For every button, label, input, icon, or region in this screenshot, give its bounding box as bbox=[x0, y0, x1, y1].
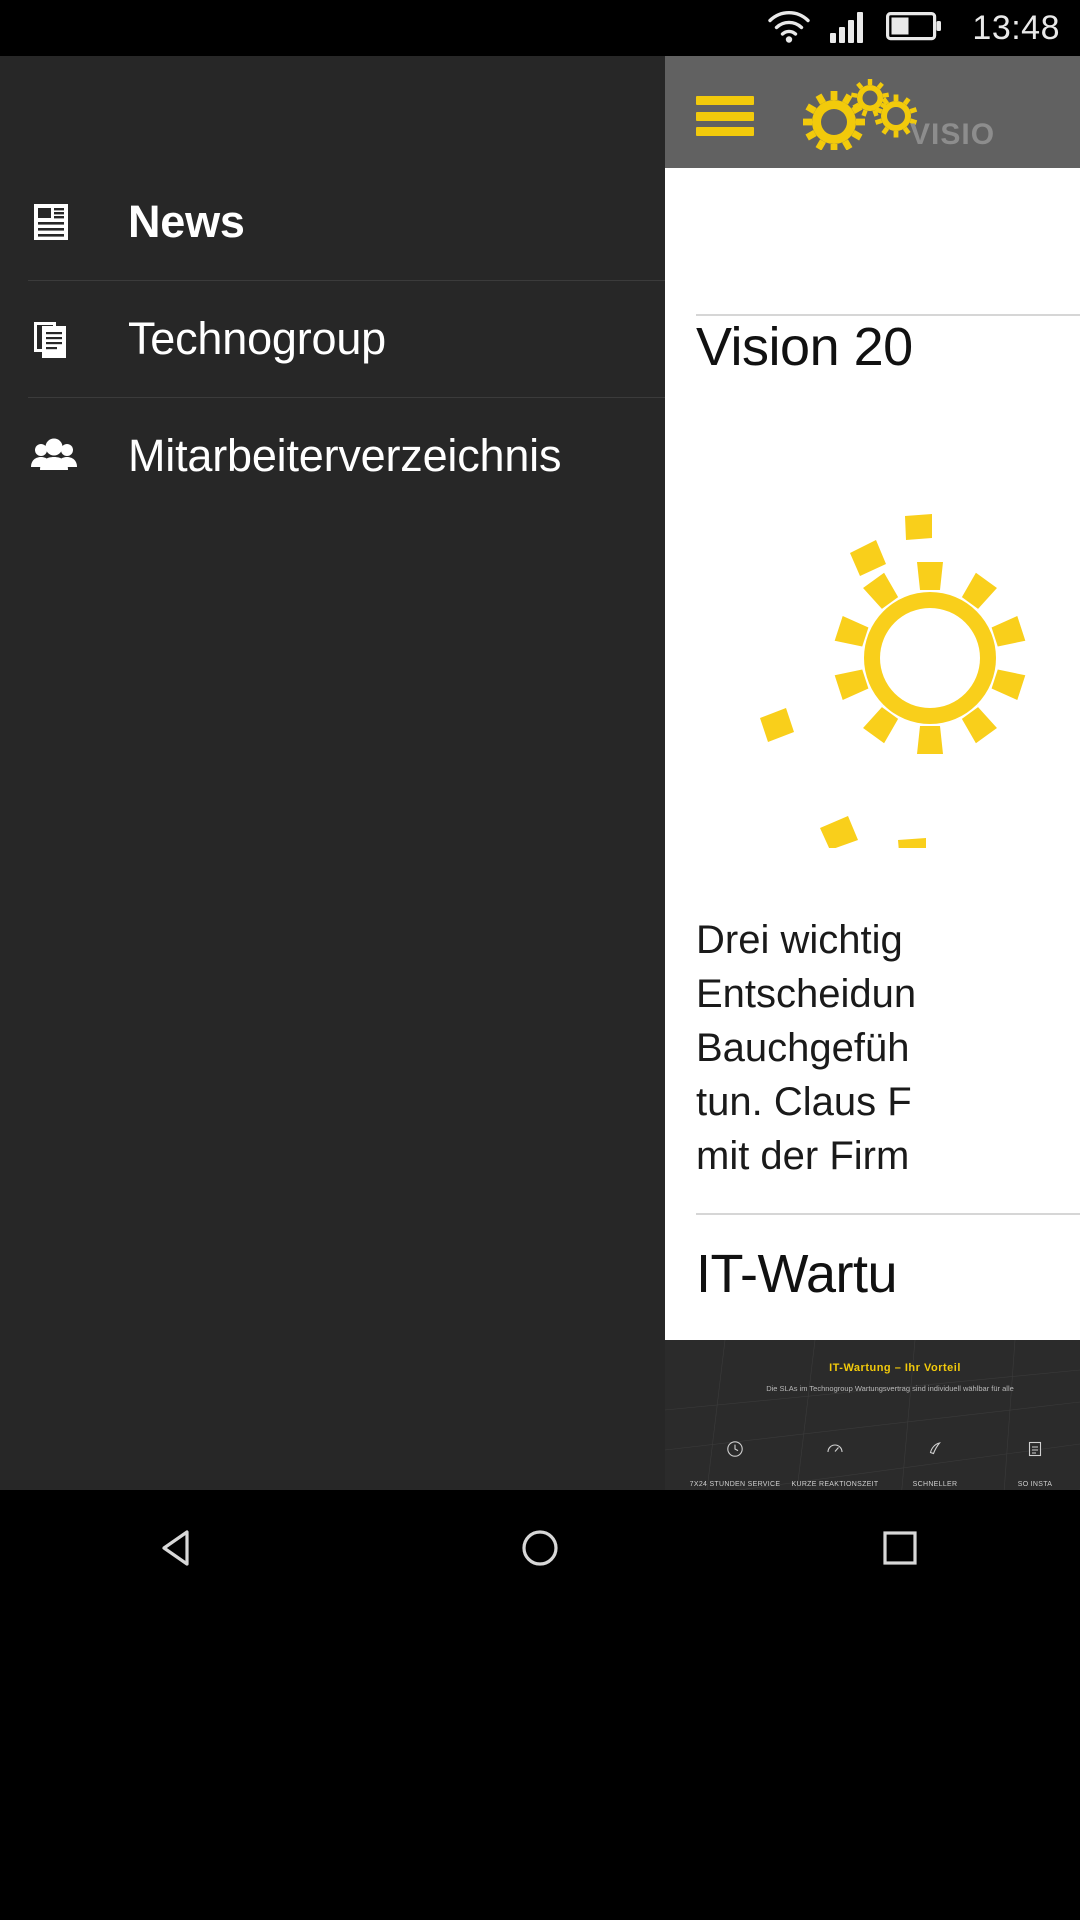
body-line: mit der Firm bbox=[696, 1134, 910, 1178]
newspaper-icon bbox=[28, 199, 86, 245]
sidebar-item-technogroup[interactable]: Technogroup bbox=[0, 281, 665, 397]
people-group-icon bbox=[28, 433, 86, 479]
article-thumbnail-2[interactable]: IT-Wartung – Ihr Vorteil Die SLAs im Tec… bbox=[665, 1340, 1080, 1490]
body-line: tun. Claus F bbox=[696, 1080, 912, 1124]
article-body-1: Drei wichtig Entscheidun Bauchgefüh tun.… bbox=[696, 913, 1080, 1183]
body-line: Entscheidun bbox=[696, 972, 917, 1016]
square-icon bbox=[877, 1525, 923, 1576]
sidebar-item-label: Mitarbeiterverzeichnis bbox=[128, 430, 562, 481]
back-button[interactable] bbox=[120, 1490, 240, 1610]
sidebar-item-label: Technogroup bbox=[128, 313, 387, 364]
system-navigation-bar bbox=[0, 1490, 1080, 1920]
documents-icon bbox=[28, 316, 86, 362]
thumbnail-feature-label: SO INSTA bbox=[1017, 1481, 1053, 1488]
sidebar-item-news[interactable]: News bbox=[0, 164, 665, 280]
system-nav-row bbox=[0, 1490, 1080, 1610]
rocket-icon bbox=[885, 1440, 985, 1463]
clock-icon bbox=[685, 1440, 785, 1463]
triangle-left-icon bbox=[157, 1525, 203, 1576]
thumbnail-feature: 7X24 STUNDEN SERVICE bbox=[685, 1440, 785, 1490]
article-headline-1[interactable]: Vision 20 bbox=[696, 316, 913, 378]
circle-icon bbox=[517, 1525, 563, 1576]
wifi-icon bbox=[766, 8, 812, 49]
hamburger-menu-icon[interactable] bbox=[696, 96, 754, 136]
body-line: Bauchgefüh bbox=[696, 1026, 910, 1070]
thumbnail-title: IT-Wartung – Ihr Vorteil bbox=[829, 1362, 961, 1374]
phone-screen: 13:48 VISIO Vision 20 Drei wichtig Entsc… bbox=[0, 0, 1080, 1920]
body-line: Drei wichtig bbox=[696, 918, 903, 962]
article-headline-2[interactable]: IT-Wartu bbox=[696, 1243, 898, 1305]
logo-wordmark: VISIO bbox=[910, 118, 996, 151]
checklist-icon bbox=[985, 1440, 1080, 1463]
divider-middle bbox=[696, 1213, 1080, 1215]
thumbnail-feature: SO INSTA bbox=[985, 1440, 1080, 1490]
thumbnail-feature: KURZE REAKTIONSZEIT bbox=[785, 1440, 885, 1490]
status-bar-clock: 13:48 bbox=[972, 8, 1060, 47]
battery-icon bbox=[886, 10, 942, 47]
thumbnail-feature-label: KURZE REAKTIONSZEIT bbox=[791, 1481, 879, 1488]
thumbnail-subtitle: Die SLAs im Technogroup Wartungsvertrag … bbox=[766, 1384, 1014, 1393]
status-bar: 13:48 bbox=[0, 0, 1080, 56]
thumbnail-feature-label: 7X24 STUNDEN SERVICE bbox=[689, 1481, 781, 1488]
home-button[interactable] bbox=[480, 1490, 600, 1610]
recents-button[interactable] bbox=[840, 1490, 960, 1610]
app-body: VISIO Vision 20 Drei wichtig Entscheidun… bbox=[0, 56, 1080, 1490]
status-bar-icons: 13:48 bbox=[766, 8, 1060, 49]
signal-icon bbox=[828, 8, 870, 49]
thumbnail-feature-row: 7X24 STUNDEN SERVICE KURZE REAKTIONSZEIT bbox=[685, 1440, 1080, 1490]
gauge-icon bbox=[785, 1440, 885, 1463]
thumbnail-feature-label: SCHNELLER TECHNIKERANTRITT bbox=[912, 1481, 958, 1488]
sun-burst-graphic bbox=[700, 468, 1080, 864]
navigation-drawer: News Technogroup Mitarbeiterverzeichnis bbox=[0, 56, 665, 1490]
gears-logo-icon: VISIO bbox=[790, 78, 1020, 153]
sidebar-item-mitarbeiterverzeichnis[interactable]: Mitarbeiterverzeichnis bbox=[0, 398, 665, 514]
thumbnail-feature: SCHNELLER TECHNIKERANTRITT bbox=[885, 1440, 985, 1490]
sidebar-item-label: News bbox=[128, 196, 245, 247]
